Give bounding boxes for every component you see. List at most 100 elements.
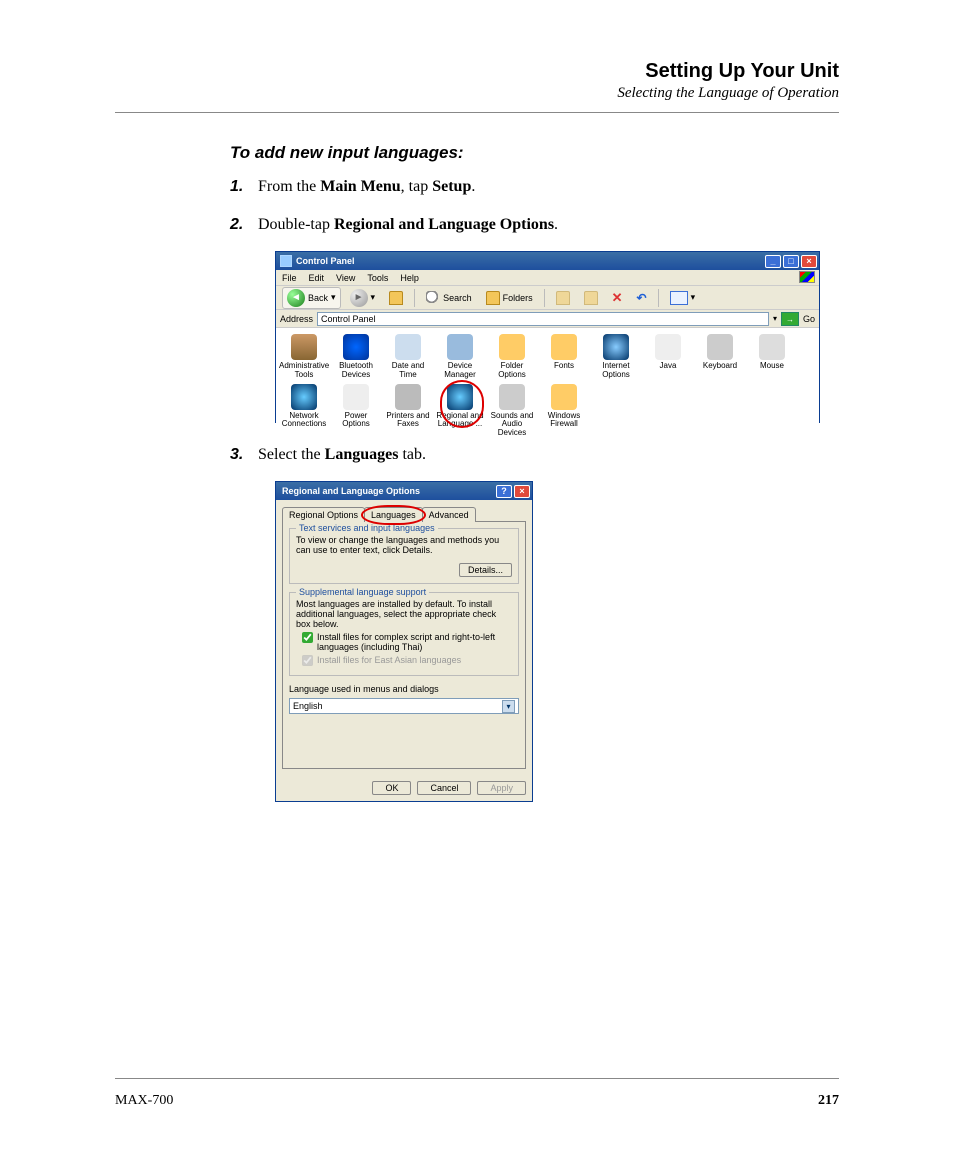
tab-languages[interactable]: Languages [364, 507, 423, 522]
icon-label: Internet Options [591, 362, 641, 380]
language-select[interactable]: English ▾ [289, 698, 519, 714]
cp-icon-prn[interactable]: Printers and Faxes [382, 382, 434, 440]
cp-icon-fold[interactable]: Folder Options [486, 332, 538, 382]
address-input[interactable] [317, 312, 769, 326]
snd-icon [499, 384, 525, 410]
cp-icon-dt[interactable]: Date and Time [382, 332, 434, 382]
undo-button[interactable]: ↶ [632, 289, 652, 307]
menu-view[interactable]: View [336, 273, 355, 283]
icon-label: Folder Options [487, 362, 537, 380]
forward-button[interactable]: ► ▾ [345, 287, 381, 309]
moveto-button[interactable] [551, 289, 575, 307]
fold-icon [499, 334, 525, 360]
tab-strip: Regional Options Languages Advanced [282, 507, 526, 522]
cp-icon-ie[interactable]: Internet Options [590, 332, 642, 382]
page-title: Setting Up Your Unit [115, 60, 839, 83]
minimize-button[interactable]: _ [765, 255, 781, 268]
address-label: Address [280, 314, 313, 324]
figure-regional-options: Regional and Language Options ? × Region… [275, 481, 839, 802]
icon-label: Device Manager [435, 362, 485, 380]
go-button[interactable]: → [781, 312, 799, 326]
search-button[interactable]: Search [421, 289, 477, 307]
checkbox-label: Install files for complex script and rig… [317, 632, 512, 652]
cp-icon-snd[interactable]: Sounds and Audio Devices [486, 382, 538, 440]
control-panel-body: Administrative ToolsBluetooth DevicesDat… [276, 328, 819, 444]
menu-tools[interactable]: Tools [367, 273, 388, 283]
icon-label: Mouse [747, 362, 797, 371]
steps-list: 1. From the Main Menu, tap Setup. 2. Dou… [230, 175, 839, 237]
icon-label: Sounds and Audio Devices [487, 412, 537, 438]
cp-icon-font[interactable]: Fonts [538, 332, 590, 382]
icon-label: Windows Firewall [539, 412, 589, 430]
page-subtitle: Selecting the Language of Operation [115, 85, 839, 102]
tab-advanced[interactable]: Advanced [422, 507, 476, 522]
menu-help[interactable]: Help [400, 273, 419, 283]
icon-label: Date and Time [383, 362, 433, 380]
mouse-icon [759, 334, 785, 360]
cp-icon-admin[interactable]: Administrative Tools [278, 332, 330, 382]
cancel-button[interactable]: Cancel [417, 781, 471, 795]
ok-button[interactable]: OK [372, 781, 411, 795]
footer-rule [115, 1078, 839, 1079]
checkbox-complex-script[interactable]: Install files for complex script and rig… [302, 632, 512, 652]
font-icon [551, 334, 577, 360]
group-text: Most languages are installed by default.… [296, 599, 512, 629]
checkbox-input[interactable] [302, 632, 313, 643]
icon-label: Java [643, 362, 693, 371]
dt-icon [395, 334, 421, 360]
pwr-icon [343, 384, 369, 410]
copyto-button[interactable] [579, 289, 603, 307]
apply-button[interactable]: Apply [477, 781, 526, 795]
cp-icon-reg[interactable]: Regional and Language ... [434, 382, 486, 440]
checkbox-label: Install files for East Asian languages [317, 655, 461, 666]
prn-icon [395, 384, 421, 410]
checkbox-east-asian[interactable]: Install files for East Asian languages [302, 655, 512, 666]
cp-icon-fw[interactable]: Windows Firewall [538, 382, 590, 440]
step-body: Select the Languages tab. [258, 443, 839, 467]
maximize-button[interactable]: □ [783, 255, 799, 268]
icon-label: Fonts [539, 362, 589, 371]
step-3: 3. Select the Languages tab. [230, 443, 839, 467]
folders-button[interactable]: Folders [481, 289, 538, 307]
step-number: 2. [230, 213, 258, 237]
cp-icon-pwr[interactable]: Power Options [330, 382, 382, 440]
help-button[interactable]: ? [496, 485, 512, 498]
cp-icon-mouse[interactable]: Mouse [746, 332, 798, 382]
step-number: 1. [230, 175, 258, 199]
cp-icon-kb[interactable]: Keyboard [694, 332, 746, 382]
net-icon [291, 384, 317, 410]
cp-icon-bt[interactable]: Bluetooth Devices [330, 332, 382, 382]
address-bar: Address ▾ → Go [276, 310, 819, 328]
step-2: 2. Double-tap Regional and Language Opti… [230, 213, 839, 237]
windows-flag-icon [799, 271, 815, 283]
titlebar: Regional and Language Options ? × [276, 482, 532, 500]
close-button[interactable]: × [801, 255, 817, 268]
close-button[interactable]: × [514, 485, 530, 498]
cp-icon-dev[interactable]: Device Manager [434, 332, 486, 382]
views-button[interactable]: ▾ [665, 289, 701, 307]
task-heading: To add new input languages: [230, 143, 839, 163]
product-label: MAX-700 [115, 1093, 173, 1109]
tab-regional-options[interactable]: Regional Options [282, 507, 365, 522]
up-button[interactable] [384, 289, 408, 307]
menu-edit[interactable]: Edit [309, 273, 325, 283]
header-rule [115, 112, 839, 113]
page-header: Setting Up Your Unit Selecting the Langu… [115, 60, 839, 102]
menu-file[interactable]: File [282, 273, 297, 283]
dialog-buttons: OK Cancel Apply [276, 775, 532, 801]
cp-icon-net[interactable]: Network Connections [278, 382, 330, 440]
tab-panel: Text services and input languages To vie… [282, 521, 526, 769]
delete-button[interactable]: ✕ [607, 288, 628, 308]
window-title: Control Panel [296, 256, 765, 266]
ie-icon [603, 334, 629, 360]
figure-control-panel: Control Panel _ □ × File Edit View Tools… [275, 251, 839, 423]
group-text-services: Text services and input languages To vie… [289, 528, 519, 584]
details-button[interactable]: Details... [459, 563, 512, 577]
window-title: Regional and Language Options [282, 486, 496, 496]
back-button[interactable]: ◄Back ▾ [282, 287, 341, 309]
icon-label: Regional and Language ... [435, 412, 485, 430]
kb-icon [707, 334, 733, 360]
cp-icon-java[interactable]: Java [642, 332, 694, 382]
icon-label: Bluetooth Devices [331, 362, 381, 380]
menubar: File Edit View Tools Help [276, 270, 819, 286]
